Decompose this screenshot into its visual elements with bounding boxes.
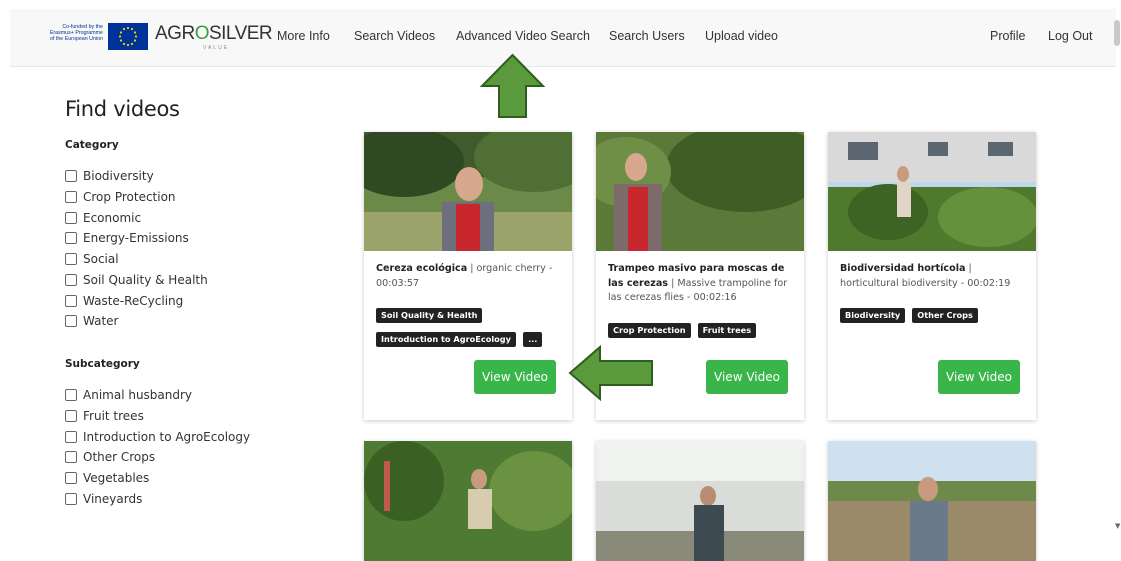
- tag[interactable]: Crop Protection: [608, 323, 691, 338]
- view-video-button[interactable]: View Video: [938, 360, 1020, 394]
- category-social[interactable]: Social: [65, 251, 119, 267]
- subcategory-animal-husbandry[interactable]: Animal husbandry: [65, 387, 192, 403]
- video-thumbnail[interactable]: [828, 132, 1036, 251]
- video-card: Biodiversidad hortícola | horticultural …: [828, 132, 1036, 420]
- video-title: Cereza ecológica | organic cherry - 00:0…: [376, 263, 553, 289]
- eu-cofunded-logo: Co-funded by the Erasmus+ Programme of t…: [25, 23, 148, 51]
- tag-list: Biodiversity Other Crops: [840, 303, 1030, 327]
- category-energy-emissions[interactable]: Energy-Emissions: [65, 230, 189, 246]
- scrollbar-thumb[interactable]: [1114, 20, 1120, 46]
- checkbox[interactable]: [65, 389, 77, 401]
- video-thumbnail[interactable]: [828, 441, 1036, 561]
- tag-list: Crop Protection Fruit trees: [608, 318, 798, 342]
- eu-cofunded-text: Co-funded by the Erasmus+ Programme of t…: [49, 24, 103, 43]
- tag[interactable]: Introduction to AgroEcology: [376, 332, 516, 347]
- nav-search-users[interactable]: Search Users: [609, 29, 685, 43]
- tag-list: Soil Quality & Health Introduction to Ag…: [376, 303, 566, 351]
- subcategory-vineyards[interactable]: Vineyards: [65, 491, 142, 507]
- nav-search-videos[interactable]: Search Videos: [354, 29, 435, 43]
- video-thumbnail[interactable]: [596, 132, 804, 251]
- checkbox[interactable]: [65, 170, 77, 182]
- category-economic[interactable]: Economic: [65, 210, 141, 226]
- video-card: [596, 441, 804, 561]
- subcategory-fruit-trees[interactable]: Fruit trees: [65, 408, 144, 424]
- nav-profile[interactable]: Profile: [990, 29, 1025, 43]
- nav-advanced-video-search[interactable]: Advanced Video Search: [456, 29, 590, 43]
- tag[interactable]: Biodiversity: [840, 308, 906, 323]
- checkbox[interactable]: [65, 274, 77, 286]
- checkbox[interactable]: [65, 472, 77, 484]
- checkbox[interactable]: [65, 191, 77, 203]
- checkbox[interactable]: [65, 451, 77, 463]
- tag-more[interactable]: ...: [523, 332, 543, 347]
- video-title: Biodiversidad hortícola | horticultural …: [840, 263, 1011, 289]
- annotation-arrow-up-icon: [480, 53, 545, 118]
- view-video-button[interactable]: View Video: [706, 360, 788, 394]
- video-card: Cereza ecológica | organic cherry - 00:0…: [364, 132, 572, 420]
- checkbox[interactable]: [65, 232, 77, 244]
- annotation-arrow-left-icon: [568, 345, 653, 401]
- subcategory-intro-agroecology[interactable]: Introduction to AgroEcology: [65, 429, 250, 445]
- top-navbar: Co-funded by the Erasmus+ Programme of t…: [10, 9, 1116, 67]
- view-video-button[interactable]: View Video: [474, 360, 556, 394]
- tag[interactable]: Soil Quality & Health: [376, 308, 483, 323]
- category-water[interactable]: Water: [65, 313, 118, 329]
- video-thumbnail[interactable]: [596, 441, 804, 561]
- video-thumbnail[interactable]: [364, 132, 572, 251]
- tag[interactable]: Fruit trees: [697, 323, 757, 338]
- video-card: [828, 441, 1036, 561]
- category-biodiversity[interactable]: Biodiversity: [65, 168, 154, 184]
- video-title: Trampeo masivo para moscas de las cereza…: [608, 263, 788, 303]
- checkbox[interactable]: [65, 295, 77, 307]
- subcategory-vegetables[interactable]: Vegetables: [65, 470, 149, 486]
- tag[interactable]: Other Crops: [912, 308, 978, 323]
- page-title: Find videos: [65, 97, 180, 121]
- nav-upload-video[interactable]: Upload video: [705, 29, 778, 43]
- scroll-down-arrow-icon[interactable]: ▼: [1115, 522, 1120, 530]
- checkbox[interactable]: [65, 315, 77, 327]
- category-crop-protection[interactable]: Crop Protection: [65, 189, 176, 205]
- checkbox[interactable]: [65, 212, 77, 224]
- checkbox[interactable]: [65, 410, 77, 422]
- subcategory-other-crops[interactable]: Other Crops: [65, 449, 155, 465]
- checkbox[interactable]: [65, 493, 77, 505]
- category-waste-recycling[interactable]: Waste-ReCycling: [65, 293, 183, 309]
- nav-more-info[interactable]: More Info: [277, 29, 330, 43]
- checkbox[interactable]: [65, 431, 77, 443]
- category-heading: Category: [65, 139, 119, 151]
- checkbox[interactable]: [65, 253, 77, 265]
- eu-flag-icon: [108, 23, 148, 50]
- category-soil-quality-health[interactable]: Soil Quality & Health: [65, 272, 208, 288]
- subcategory-heading: Subcategory: [65, 358, 140, 370]
- video-card: [364, 441, 572, 561]
- nav-logout[interactable]: Log Out: [1048, 29, 1092, 43]
- video-thumbnail[interactable]: [364, 441, 572, 561]
- agrosilver-logo[interactable]: AGROSILVER VALUE: [155, 23, 273, 55]
